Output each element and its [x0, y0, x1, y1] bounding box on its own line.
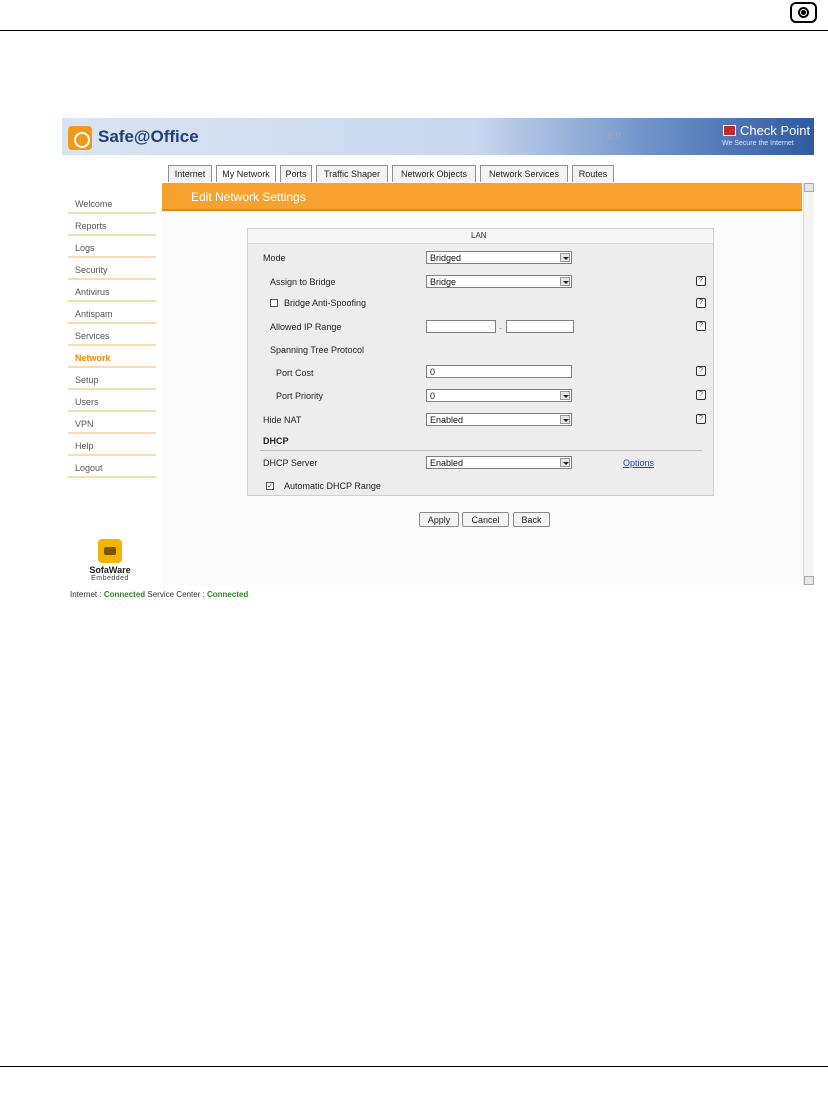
allowed-ip-to-input[interactable] — [506, 320, 574, 333]
hide-nat-value: Enabled — [430, 415, 464, 425]
app-header: Safe@Office 8.0 Check Point We Secure th… — [62, 118, 814, 155]
tab-network-services[interactable]: Network Services — [480, 165, 568, 182]
apply-button[interactable]: Apply — [419, 512, 459, 527]
chevron-down-icon — [560, 391, 570, 400]
mode-value: Bridged — [430, 253, 462, 263]
anti-spoofing-label: Bridge Anti-Spoofing — [284, 298, 367, 308]
port-priority-value: 0 — [430, 391, 436, 401]
tab-my-network[interactable]: My Network — [216, 165, 276, 182]
sofaware-logo: SofaWare Embedded — [84, 539, 136, 582]
tab-internet[interactable]: Internet — [168, 165, 212, 182]
port-priority-select[interactable]: 0 — [426, 389, 572, 402]
page-title-bar: Edit Network Settings — [162, 183, 802, 211]
port-priority-label: Port Priority — [276, 391, 324, 401]
sidebar-item-logs[interactable]: Logs — [68, 236, 156, 258]
sidebar-item-help[interactable]: Help — [68, 434, 156, 456]
tab-ports[interactable]: Ports — [280, 165, 312, 182]
sidebar-item-security[interactable]: Security — [68, 258, 156, 280]
chevron-down-icon — [560, 415, 570, 424]
dhcp-divider — [260, 450, 702, 451]
help-icon[interactable]: ? — [696, 298, 706, 308]
help-icon[interactable]: ? — [696, 366, 706, 376]
dhcp-server-label: DHCP Server — [263, 458, 318, 468]
chevron-down-icon — [560, 253, 570, 262]
sidebar-item-setup[interactable]: Setup — [68, 368, 156, 390]
panel-title: LAN — [471, 231, 487, 240]
screenshot: Safe@Office 8.0 Check Point We Secure th… — [62, 118, 814, 602]
chevron-down-icon — [560, 458, 570, 467]
page-title: Edit Network Settings — [191, 190, 306, 204]
tab-routes[interactable]: Routes — [572, 165, 614, 182]
app-brand: Safe@Office — [98, 127, 199, 146]
vertical-scrollbar[interactable] — [803, 183, 814, 585]
mode-label: Mode — [263, 253, 286, 263]
allowed-ip-range-label: Allowed IP Range — [270, 322, 342, 332]
anti-spoofing-checkbox[interactable] — [270, 299, 278, 307]
scroll-down-button[interactable] — [804, 576, 814, 585]
help-icon[interactable]: ? — [696, 276, 706, 286]
cancel-button[interactable]: Cancel — [462, 512, 509, 527]
lan-settings-panel: LAN Mode Bridged Assign to Bridge Bridge… — [247, 228, 714, 496]
port-cost-label: Port Cost — [276, 368, 314, 378]
sofaware-icon — [98, 539, 122, 563]
internet-status-label: Internet : — [70, 590, 102, 599]
scroll-up-button[interactable] — [804, 183, 814, 192]
sofaware-sub: Embedded — [91, 575, 129, 582]
check-point-logo-icon — [723, 125, 736, 136]
help-icon[interactable]: ? — [696, 414, 706, 424]
dhcp-server-select[interactable]: Enabled — [426, 456, 572, 469]
sidebar-item-antispam[interactable]: Antispam — [68, 302, 156, 324]
sidebar: Welcome Reports Logs Security Antivirus … — [62, 155, 158, 585]
allowed-ip-from-input[interactable] — [426, 320, 496, 333]
auto-dhcp-checkbox[interactable]: ✓ — [266, 482, 274, 490]
auto-dhcp-label: Automatic DHCP Range — [284, 481, 381, 491]
internet-status-value: Connected — [103, 590, 146, 599]
sidebar-item-logout[interactable]: Logout — [68, 456, 156, 478]
mode-select[interactable]: Bridged — [426, 251, 572, 264]
sidebar-item-vpn[interactable]: VPN — [68, 412, 156, 434]
ip-range-separator: - — [499, 323, 502, 333]
help-icon[interactable]: ? — [696, 321, 706, 331]
sofaware-name: SofaWare — [89, 565, 131, 575]
service-center-status-label: Service Center : — [147, 590, 205, 599]
hide-nat-select[interactable]: Enabled — [426, 413, 572, 426]
dhcp-options-link[interactable]: Options — [623, 458, 654, 468]
back-button[interactable]: Back — [513, 512, 550, 527]
page-top-rule — [0, 30, 828, 31]
vendor-name: Check Point — [740, 123, 811, 138]
assign-to-bridge-select[interactable]: Bridge — [426, 275, 572, 288]
panel-header: LAN — [248, 229, 713, 244]
sidebar-item-users[interactable]: Users — [68, 390, 156, 412]
service-center-status-value: Connected — [206, 590, 249, 599]
assign-to-bridge-value: Bridge — [430, 277, 457, 287]
page-corner-icon — [790, 2, 817, 23]
status-bar: Internet : Connected Service Center : Co… — [70, 590, 248, 599]
port-cost-input[interactable]: 0 — [426, 365, 572, 378]
tab-traffic-shaper[interactable]: Traffic Shaper — [316, 165, 388, 182]
dhcp-server-value: Enabled — [430, 458, 464, 468]
vendor-tagline: We Secure the Internet — [722, 140, 794, 147]
hide-nat-label: Hide NAT — [263, 415, 302, 425]
tab-network-objects[interactable]: Network Objects — [392, 165, 476, 182]
dhcp-section-title: DHCP — [263, 436, 289, 446]
sidebar-item-reports[interactable]: Reports — [68, 214, 156, 236]
sidebar-item-antivirus[interactable]: Antivirus — [68, 280, 156, 302]
app-version: 8.0 — [607, 131, 621, 142]
sidebar-item-welcome[interactable]: Welcome — [68, 192, 156, 214]
chevron-down-icon — [560, 277, 570, 286]
sidebar-item-network[interactable]: Network — [68, 346, 156, 368]
stp-label: Spanning Tree Protocol — [270, 345, 365, 355]
page-bottom-rule — [0, 1066, 828, 1067]
safe-office-logo-icon — [68, 126, 92, 150]
sidebar-item-services[interactable]: Services — [68, 324, 156, 346]
help-icon[interactable]: ? — [696, 390, 706, 400]
assign-to-bridge-label: Assign to Bridge — [270, 277, 336, 287]
